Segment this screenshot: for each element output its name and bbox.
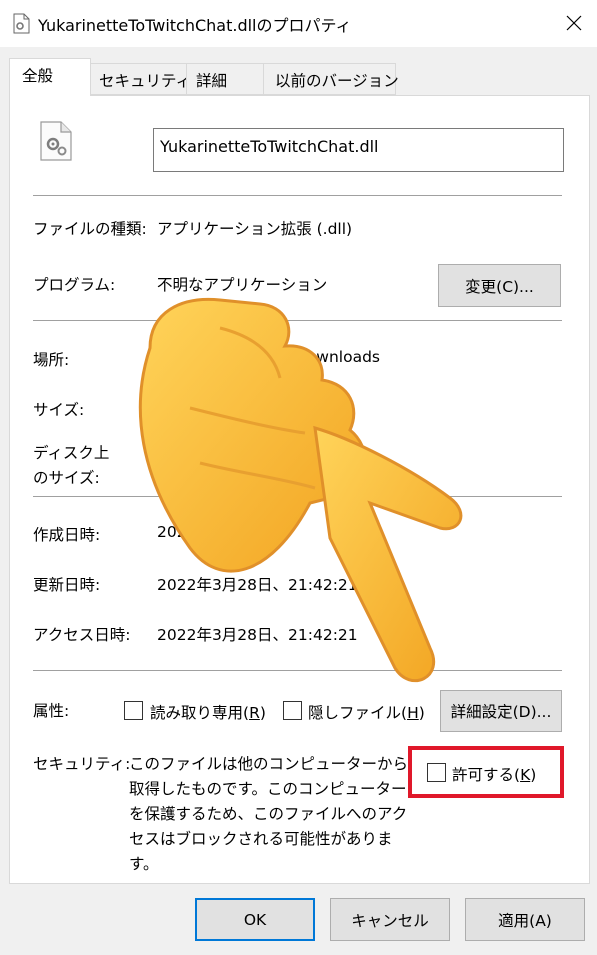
ok-button[interactable]: OK xyxy=(195,898,315,941)
type-label: ファイルの種類: xyxy=(33,220,147,238)
file-name-field[interactable]: YukarinetteToTwitchChat.dll xyxy=(153,128,564,172)
tab-general[interactable]: 全般 xyxy=(9,58,91,96)
attributes-label: 属性: xyxy=(33,702,70,720)
advanced-button-label: 詳細設定(D)... xyxy=(450,703,552,721)
cancel-button[interactable]: キャンセル xyxy=(330,898,450,941)
separator xyxy=(33,195,562,196)
close-icon[interactable] xyxy=(557,8,591,38)
apply-button-label: 適用(A) xyxy=(498,911,552,930)
document-gear-icon xyxy=(13,13,30,34)
tab-details[interactable]: 詳細 xyxy=(186,63,264,95)
dll-file-gear-icon xyxy=(39,120,73,162)
cancel-button-label: キャンセル xyxy=(351,911,429,930)
security-label: セキュリティ: xyxy=(33,755,131,773)
security-warning-text: このファイルは他のコンピューターから取得したものです。このコンピューターを保護す… xyxy=(129,755,409,873)
size-label: サイズ: xyxy=(33,401,85,419)
type-value: アプリケーション拡張 (.dll) xyxy=(157,220,353,238)
change-button-label: 変更(C)... xyxy=(465,277,534,296)
readonly-checkbox[interactable] xyxy=(124,701,143,720)
readonly-label[interactable]: 読み取り専用(R) xyxy=(150,701,266,723)
modified-label: 更新日時: xyxy=(33,576,101,594)
tab-security[interactable]: セキュリティ xyxy=(90,63,191,95)
pointing-hand-emoji-icon xyxy=(110,288,470,700)
program-label: プログラム: xyxy=(33,276,116,294)
hidden-label[interactable]: 隠しファイル(H) xyxy=(308,701,425,723)
hidden-checkbox[interactable] xyxy=(283,701,302,720)
location-label: 場所: xyxy=(33,351,70,369)
disk-size-label-line1: ディスク上 xyxy=(33,444,110,462)
disk-size-label-line2: のサイズ: xyxy=(33,469,100,487)
apply-button[interactable]: 適用(A) xyxy=(465,898,585,941)
tab-previous-versions[interactable]: 以前のバージョン xyxy=(263,63,399,95)
window-title: YukarinetteToTwitchChat.dllのプロパティ xyxy=(38,16,352,35)
created-label: 作成日時: xyxy=(33,526,101,544)
allow-highlight-box xyxy=(408,746,564,798)
ok-button-label: OK xyxy=(243,910,267,929)
title-bar: YukarinetteToTwitchChat.dllのプロパティ xyxy=(0,0,597,47)
